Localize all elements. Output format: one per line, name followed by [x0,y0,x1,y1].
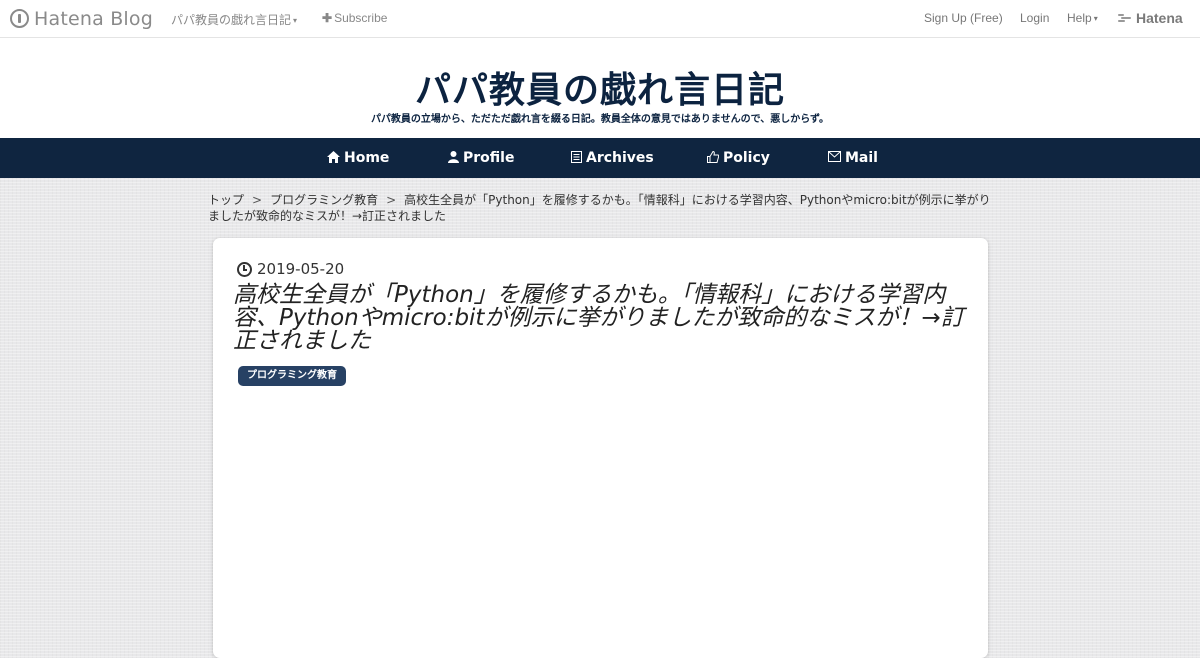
help-label: Help [1067,11,1092,25]
breadcrumb-separator: > [252,193,263,207]
nav-label: Home [344,150,390,166]
breadcrumb: トップ > プログラミング教育 > 高校生全員が「Python」を履修するかも。「情報科… [208,192,998,224]
subscribe-label: Subscribe [334,11,388,25]
archive-icon [571,150,582,166]
blog-header: パパ教員の戯れ言日記 パパ教員の立場から、ただただ戯れ言を綴る日記。教員全体の意… [0,38,1200,138]
breadcrumb-category-link[interactable]: プログラミング教育 [270,193,378,207]
article-card: 2019-05-20 高校生全員が「Python」を履修するかも。「情報科」にお… [213,238,988,658]
category-tag[interactable]: プログラミング教育 [238,366,346,386]
blog-title[interactable]: パパ教員の戯れ言日記 [0,61,1200,113]
nav-label: Policy [723,150,770,166]
mail-icon [828,151,841,165]
login-link[interactable]: Login [1020,11,1049,25]
nav-item-policy[interactable]: Policy [707,150,770,166]
help-dropdown[interactable]: Help ▾ [1067,11,1098,25]
breadcrumb-separator: > [386,193,397,207]
home-icon [327,150,340,166]
user-icon [448,150,459,166]
hatena-mark-icon [1118,13,1132,23]
signup-link[interactable]: Sign Up (Free) [924,11,1003,25]
blog-name-label: パパ教員の戯れ言日記 [171,13,292,27]
blog-name-dropdown[interactable]: パパ教員の戯れ言日記 ▾ [171,11,297,28]
article-title[interactable]: 高校生全員が「Python」を履修するかも。「情報科」における学習内容、Pyth… [233,284,973,353]
global-nav: Home Profile Archives Policy Mail [0,138,1200,178]
blog-description: パパ教員の立場から、ただただ戯れ言を綴る日記。教員全体の意見ではありませんので、… [370,114,830,125]
nav-label: Profile [463,150,515,166]
hatena-label: Hatena [1136,10,1183,26]
hatena-top-bar: Hatena Blog パパ教員の戯れ言日記 ▾ ✚ Subscribe Sign … [0,0,1200,38]
nav-item-home[interactable]: Home [327,150,389,166]
logo-text: Hatena Blog [34,7,153,30]
nav-item-archives[interactable]: Archives [571,150,654,166]
clock-icon [237,261,252,277]
nav-label: Mail [845,150,878,166]
thumbs-up-icon [707,150,720,166]
hatena-blog-icon [10,9,29,28]
breadcrumb-home-link[interactable]: トップ [208,193,244,207]
article-date[interactable]: 2019-05-20 [237,260,344,278]
nav-item-profile[interactable]: Profile [448,150,514,166]
hatena-logo[interactable]: Hatena [1118,10,1183,26]
date-label: 2019-05-20 [257,260,345,278]
caret-down-icon: ▾ [293,16,298,25]
subscribe-button[interactable]: ✚ Subscribe [322,11,387,25]
plus-icon: ✚ [322,11,333,25]
caret-down-icon: ▾ [1093,14,1098,24]
nav-item-mail[interactable]: Mail [828,150,878,166]
hatena-blog-logo[interactable]: Hatena Blog [10,7,153,30]
nav-label: Archives [586,150,654,166]
